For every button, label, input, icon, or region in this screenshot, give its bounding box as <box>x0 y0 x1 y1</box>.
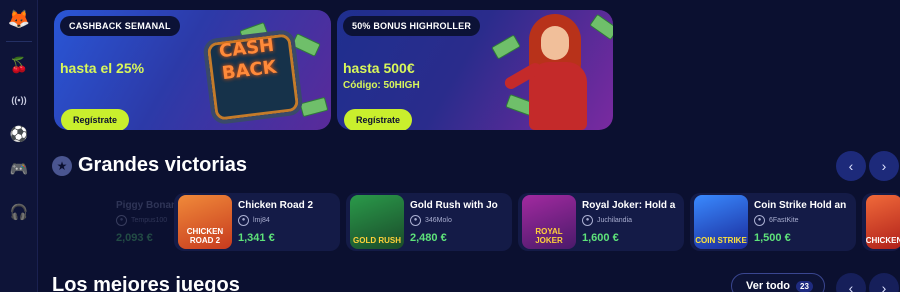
winner-user: ● lmj84 <box>238 214 270 226</box>
game-thumbnail[interactable]: GOLD RUSH <box>350 195 404 249</box>
cashback-art-text: CASH BACK <box>217 34 278 85</box>
win-amount: 2,093 € <box>116 232 153 244</box>
register-button[interactable]: Regístrate <box>61 109 130 130</box>
cashback-illustration: CASH BACK <box>201 20 331 130</box>
prev-button[interactable]: ‹ <box>836 273 866 292</box>
gamepad-icon[interactable]: 🎮 <box>6 156 32 182</box>
cherries-icon[interactable]: 🍒 <box>6 52 32 78</box>
winner-username: lmj84 <box>253 216 270 224</box>
brand-logo[interactable]: 🦊 <box>6 6 32 32</box>
soccer-icon[interactable]: ⚽ <box>6 121 32 147</box>
winner-username: Tempus100 <box>131 216 168 224</box>
winner-username: 6FastKite <box>769 216 799 224</box>
game-name: Chicken Road 2 <box>238 200 314 211</box>
promo-headline: hasta el 25% <box>60 60 145 76</box>
game-thumbnail[interactable]: COIN STRIKE <box>694 195 748 249</box>
promo-tag: CASHBACK SEMANAL <box>60 16 180 36</box>
view-all-button[interactable]: Ver todo 23 <box>731 273 825 292</box>
thumbnail-label: COIN STRIKE <box>695 236 747 245</box>
win-amount: 1,341 € <box>238 232 275 244</box>
thumbnail-label: CHICKEN ROAD 2 <box>186 227 224 245</box>
winner-username: 346Molo <box>425 216 452 224</box>
thumbnail-label: CHICKEN <box>866 236 900 245</box>
character-illustration <box>487 10 613 130</box>
banknote-icon <box>299 96 329 118</box>
promo-headline: hasta 500€ <box>343 60 415 76</box>
promo-card-cashback[interactable]: CASHBACK SEMANAL hasta el 25% Regístrate… <box>54 10 331 130</box>
next-button[interactable]: › <box>869 273 899 292</box>
casino-page: 🦊 🍒 ((•)) ⚽ 🎮 🎧 CASHBACK SEMANAL hasta e… <box>0 0 900 292</box>
win-amount: 1,600 € <box>582 232 619 244</box>
user-icon: ● <box>238 214 249 226</box>
prev-button[interactable]: ‹ <box>836 151 866 181</box>
star-icon: ★ <box>52 156 72 176</box>
view-all-label: Ver todo <box>746 280 791 292</box>
section-title-best-games: Los mejores juegos <box>52 274 240 292</box>
game-thumbnail[interactable]: ROYAL JOKER <box>522 195 576 249</box>
winner-user: ● 6FastKite <box>754 214 799 226</box>
win-card[interactable]: COIN STRIKE Coin Strike Hold an ● 6FastKi… <box>690 193 856 251</box>
win-amount: 2,480 € <box>410 232 447 244</box>
game-name: Coin Strike Hold an <box>754 200 847 211</box>
promo-tag: 50% BONUS HIGHROLLER <box>343 16 481 36</box>
winner-user: ● 346Molo <box>410 214 452 226</box>
winner-username: Juchilandia <box>597 216 633 224</box>
user-icon: ● <box>754 214 765 226</box>
game-name: Gold Rush with Jo <box>410 200 498 211</box>
win-card[interactable]: CHICKEN <box>862 193 900 251</box>
thumbnail-label: GOLD RUSH <box>353 236 401 245</box>
user-icon: ● <box>116 214 127 226</box>
register-button[interactable]: Regístrate <box>344 109 413 130</box>
winner-user: ● Juchilandia <box>582 214 632 226</box>
headset-icon[interactable]: 🎧 <box>6 199 32 225</box>
next-button[interactable]: › <box>869 151 899 181</box>
user-icon: ● <box>410 214 421 226</box>
win-card[interactable]: GOLD RUSH Gold Rush with Jo ● 346Molo 2,4… <box>346 193 512 251</box>
thumbnail-label: ROYAL JOKER <box>535 227 563 245</box>
banknote-icon <box>491 34 521 60</box>
section-title-big-wins: Grandes victorias <box>78 154 247 176</box>
banknote-icon <box>589 13 613 41</box>
sidebar-divider <box>6 41 32 42</box>
promo-code: Código: 50HIGH <box>343 80 420 91</box>
character-face <box>541 26 569 60</box>
live-icon[interactable]: ((•)) <box>6 87 32 113</box>
winner-user: ● Tempus100 <box>116 214 167 226</box>
user-icon: ● <box>582 214 593 226</box>
win-card[interactable]: ROYAL JOKER Royal Joker: Hold a ● Juchila… <box>518 193 684 251</box>
game-thumbnail[interactable]: CHICKEN <box>866 195 900 249</box>
win-amount: 1,500 € <box>754 232 791 244</box>
game-count-badge: 23 <box>796 280 813 292</box>
sidebar: 🦊 🍒 ((•)) ⚽ 🎮 🎧 <box>0 0 38 292</box>
game-thumbnail[interactable]: CHICKEN ROAD 2 <box>178 195 232 249</box>
game-name: Royal Joker: Hold a <box>582 200 676 211</box>
win-card[interactable]: CHICKEN ROAD 2 Chicken Road 2 ● lmj84 1,3… <box>174 193 340 251</box>
promo-card-highroller[interactable]: 50% BONUS HIGHROLLER hasta 500€ Código: … <box>337 10 613 130</box>
